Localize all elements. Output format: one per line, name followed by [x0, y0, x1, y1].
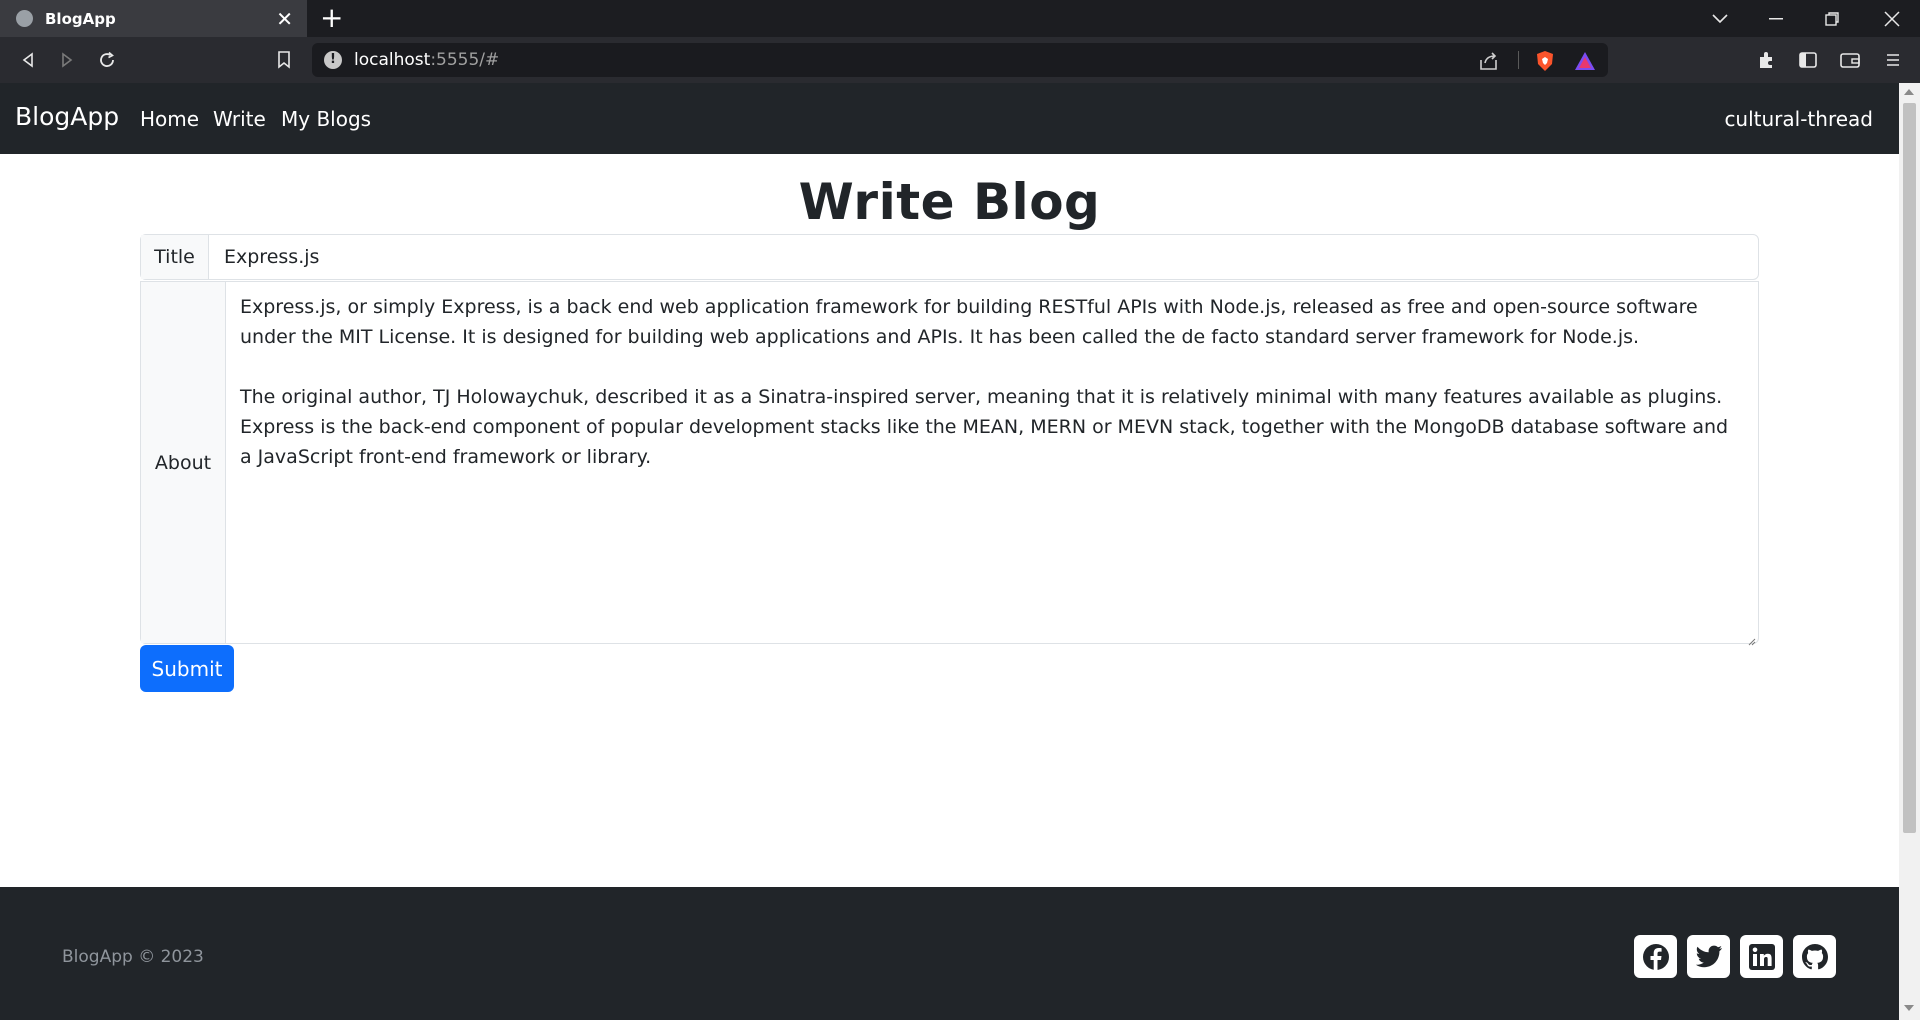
submit-button[interactable]: Submit	[140, 645, 234, 692]
extensions-icon[interactable]	[1753, 47, 1779, 73]
sidebar-icon[interactable]	[1795, 47, 1821, 73]
about-paragraph: The original author, TJ Holowaychuk, des…	[240, 386, 1729, 468]
linkedin-icon[interactable]	[1740, 935, 1783, 978]
twitter-icon[interactable]	[1687, 935, 1730, 978]
restore-icon[interactable]	[1804, 0, 1860, 37]
footer-copyright: BlogApp © 2023	[62, 947, 204, 967]
reload-icon[interactable]	[94, 47, 120, 73]
about-textarea[interactable]: Express.js, or simply Express, is a back…	[240, 292, 1740, 502]
facebook-icon[interactable]	[1634, 935, 1677, 978]
navbar: BlogApp Home Write My Blogs cultural-thr…	[0, 83, 1899, 154]
new-tab-button[interactable]: +	[320, 4, 343, 32]
resize-handle-icon[interactable]	[1746, 631, 1756, 646]
footer: BlogApp © 2023	[0, 887, 1899, 1020]
page-title: Write Blog	[798, 173, 1101, 231]
tab-title: BlogApp	[45, 9, 116, 28]
title-label: Title	[141, 235, 209, 279]
bookmark-icon[interactable]	[271, 47, 297, 73]
page-viewport: BlogApp Home Write My Blogs cultural-thr…	[0, 83, 1899, 1020]
browser-toolbar: ! localhost:5555/#	[0, 37, 1920, 83]
brave-rewards-icon[interactable]	[1574, 50, 1596, 72]
wallet-icon[interactable]	[1837, 47, 1863, 73]
globe-icon	[16, 10, 33, 27]
nav-link-home[interactable]: Home	[140, 107, 199, 131]
minimize-icon[interactable]	[1748, 0, 1804, 37]
url-text: localhost:5555/#	[354, 50, 500, 70]
title-input[interactable]: Express.js	[224, 246, 319, 268]
nav-link-my-blogs[interactable]: My Blogs	[281, 107, 371, 131]
page-scrollbar[interactable]	[1899, 83, 1920, 1020]
navbar-brand[interactable]: BlogApp	[15, 102, 119, 131]
omnibox-divider	[1518, 51, 1519, 69]
about-input-group: About Express.js, or simply Express, is …	[140, 281, 1759, 646]
back-icon[interactable]	[15, 47, 41, 73]
scrollbar-thumb[interactable]	[1903, 103, 1916, 833]
share-icon[interactable]	[1478, 50, 1500, 72]
forward-icon[interactable]	[54, 47, 80, 73]
address-bar[interactable]: ! localhost:5555/#	[312, 43, 1608, 77]
navbar-username[interactable]: cultural-thread	[1724, 107, 1873, 131]
nav-link-write[interactable]: Write	[213, 107, 266, 131]
scroll-down-icon[interactable]	[1904, 1005, 1914, 1011]
site-info-icon[interactable]: !	[324, 51, 342, 69]
menu-icon[interactable]	[1880, 47, 1906, 73]
about-paragraph: Express.js, or simply Express, is a back…	[240, 296, 1698, 348]
about-label: About	[141, 282, 226, 643]
close-tab-icon[interactable]: ✕	[276, 9, 293, 29]
browser-tab-strip: BlogApp ✕ +	[0, 0, 1920, 37]
browser-tab[interactable]: BlogApp ✕	[0, 0, 307, 37]
tab-search-icon[interactable]	[1692, 0, 1748, 37]
title-input-group: Title Express.js	[140, 234, 1759, 280]
close-window-icon[interactable]	[1864, 0, 1920, 37]
scroll-up-icon[interactable]	[1904, 89, 1914, 95]
brave-shields-icon[interactable]	[1534, 50, 1556, 72]
github-icon[interactable]	[1793, 935, 1836, 978]
